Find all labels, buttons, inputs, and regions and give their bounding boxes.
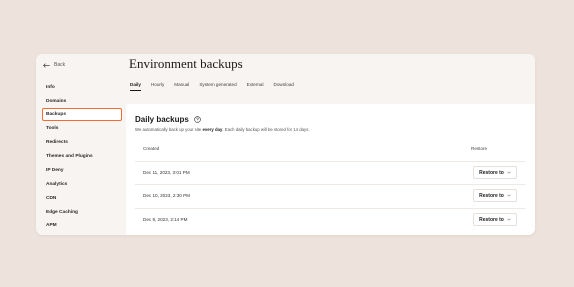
help-icon[interactable] (194, 116, 201, 123)
sidebar-item-domains[interactable]: Domains (43, 96, 121, 107)
page-title: Environment backups (129, 56, 243, 71)
backup-created-date: Dec 10, 2023, 2:30 PM (143, 193, 190, 198)
main-content: Environment backups Daily Hourly Manual … (126, 54, 535, 235)
chevron-down-icon (507, 218, 511, 221)
tab-manual[interactable]: Manual (174, 82, 189, 91)
back-label: Back (54, 62, 66, 68)
tab-download[interactable]: Download (274, 82, 294, 91)
chevron-down-icon (507, 171, 511, 174)
tab-external[interactable]: External (247, 82, 264, 91)
sidebar-item-edge-caching[interactable]: Edge Caching (43, 207, 121, 218)
table-row: Dec 11, 2023, 3:01 PM Restore to (135, 161, 525, 184)
tab-system-generated[interactable]: System generated (199, 82, 236, 91)
column-header-created: Created (143, 146, 160, 151)
sidebar-item-backups[interactable]: Backups (42, 108, 122, 121)
sidebar-item-cdn[interactable]: CDN (43, 193, 121, 204)
backup-created-date: Dec 9, 2023, 2:14 PM (143, 217, 188, 222)
column-header-restore: Restore (471, 146, 488, 151)
arrow-left-icon (43, 62, 50, 68)
sidebar-item-apm[interactable]: APM (43, 220, 121, 231)
tab-daily[interactable]: Daily (130, 82, 141, 91)
app-window: Back Info Domains Backups Tools Redirect… (36, 54, 535, 235)
page-header: Environment backups Daily Hourly Manual … (126, 54, 535, 104)
section-title: Daily backups (135, 115, 189, 124)
table-row: Dec 10, 2023, 2:30 PM Restore to (135, 184, 525, 207)
table-row: Dec 9, 2023, 2:14 PM Restore to (135, 208, 525, 231)
restore-to-button[interactable]: Restore to (473, 189, 517, 202)
chevron-down-icon (507, 194, 511, 197)
backup-created-date: Dec 11, 2023, 3:01 PM (143, 170, 190, 175)
sidebar-item-analytics[interactable]: Analytics (43, 179, 121, 190)
tab-hourly[interactable]: Hourly (151, 82, 164, 91)
back-link[interactable]: Back (43, 62, 65, 68)
sidebar-item-ip-deny[interactable]: IP Deny (43, 165, 121, 176)
sidebar: Back Info Domains Backups Tools Redirect… (36, 54, 126, 235)
sidebar-item-info[interactable]: Info (43, 82, 121, 93)
restore-to-button[interactable]: Restore to (473, 166, 517, 179)
section-description: We automatically back up your site every… (135, 127, 310, 132)
sidebar-item-themes-and-plugins[interactable]: Themes and Plugins (43, 151, 121, 162)
restore-to-button[interactable]: Restore to (473, 213, 517, 226)
sidebar-item-tools[interactable]: Tools (43, 123, 121, 134)
tab-bar: Daily Hourly Manual System generated Ext… (130, 82, 294, 91)
sidebar-item-redirects[interactable]: Redirects (43, 137, 121, 148)
section-heading: Daily backups (135, 115, 201, 124)
